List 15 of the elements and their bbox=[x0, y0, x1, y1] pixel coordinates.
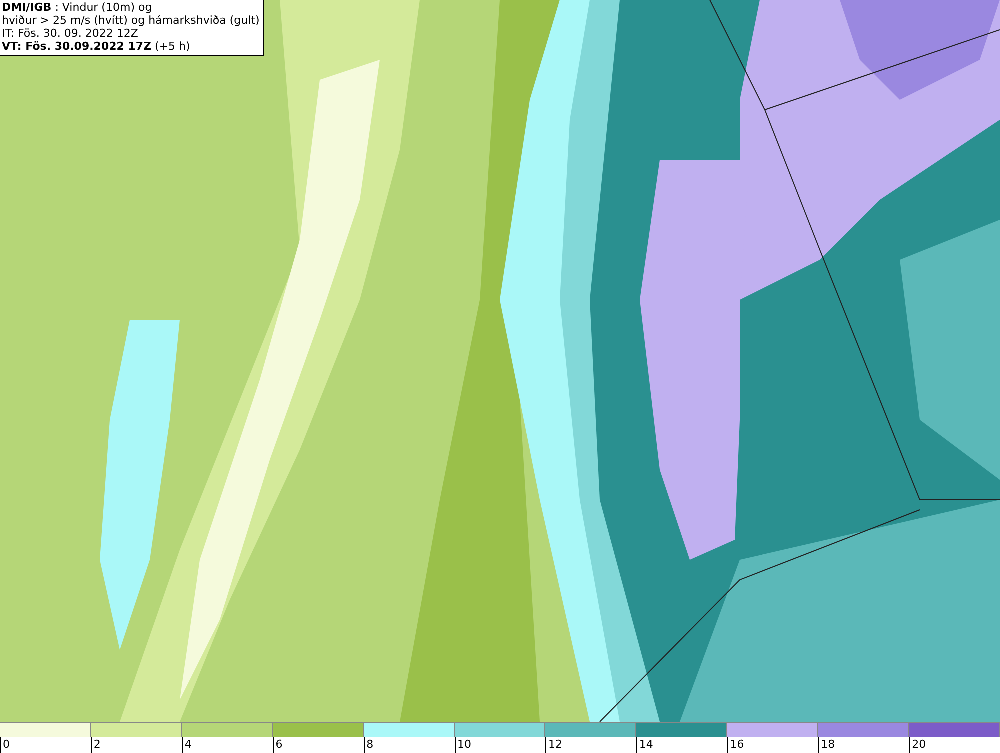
title-line: IT: Fös. 30. 09. 2022 12Z bbox=[2, 27, 140, 40]
title-line: VT: Fös. 30.09.2022 17Z (+5 h) bbox=[2, 40, 192, 53]
legend-label: 18 bbox=[818, 737, 910, 753]
legend-label: 12 bbox=[545, 737, 636, 753]
legend-label: 2 bbox=[90, 737, 182, 753]
legend-label: 8 bbox=[364, 737, 455, 753]
legend-label: 6 bbox=[272, 737, 364, 753]
title-line: hviður > 25 m/s (hvítt) og hámarkshviða (gult) bbox=[2, 14, 260, 27]
legend-label: 20 bbox=[909, 737, 1000, 753]
legend-label: 16 bbox=[727, 737, 818, 753]
legend-label: 0 bbox=[0, 737, 91, 753]
legend-label: 14 bbox=[636, 737, 728, 753]
legend-label: 4 bbox=[182, 737, 273, 753]
legend-label: 10 bbox=[454, 737, 546, 753]
title-line: DMI/IGB : Vindur (10m) og bbox=[2, 1, 154, 14]
